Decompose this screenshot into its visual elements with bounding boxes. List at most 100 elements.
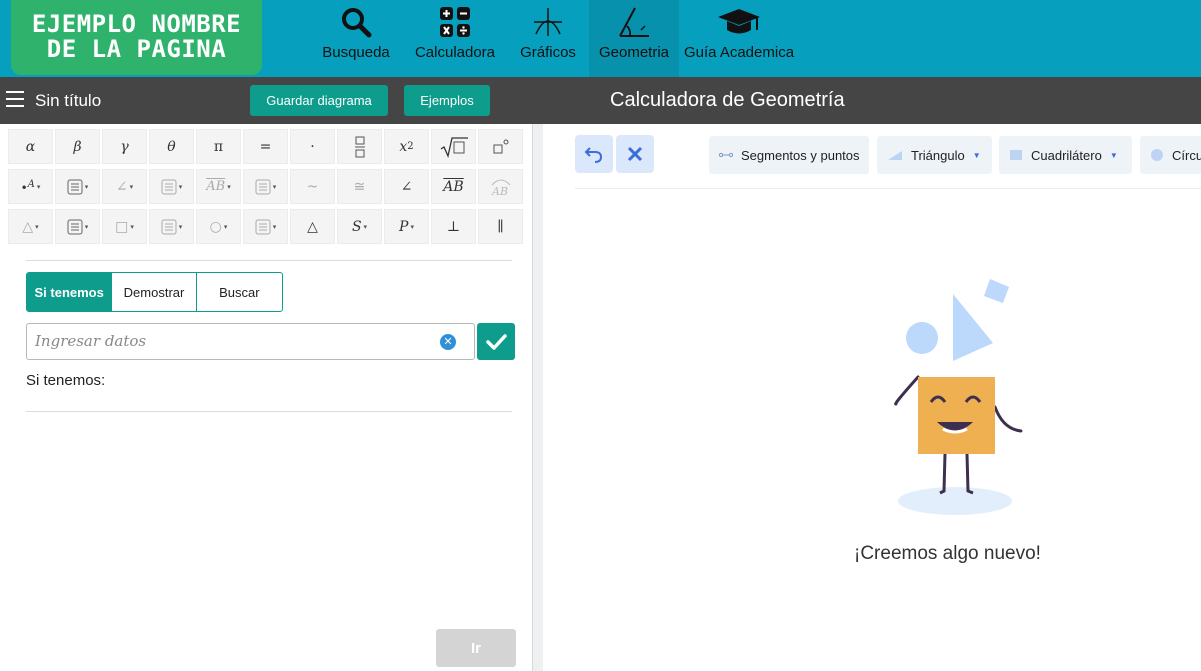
nav-academic-guide[interactable]: Guía Academica (683, 0, 795, 77)
key-fraction[interactable] (337, 129, 382, 164)
key-square-menu[interactable]: □ ▾ (102, 209, 147, 244)
key-triangle-menu[interactable]: △ ▾ (8, 209, 53, 244)
key-segment[interactable]: AB (431, 169, 476, 204)
graph-axes-icon (534, 8, 562, 36)
key-segment-list[interactable]: ▾ (243, 169, 288, 204)
triangle-icon (888, 151, 902, 160)
undo-button[interactable] (575, 135, 613, 173)
divider (575, 188, 1201, 189)
nav-geometry[interactable]: Geometria (589, 0, 679, 77)
nav-label: Busqueda (322, 44, 390, 61)
undo-icon (584, 147, 603, 163)
key-equals[interactable]: = (243, 129, 288, 164)
segments-points-tool[interactable]: Segmentos y puntos (709, 136, 869, 174)
key-square[interactable]: x2 (384, 129, 429, 164)
circle-tool[interactable]: Círcu (1140, 136, 1201, 174)
triangle-tool[interactable]: Triángulo ▼ (877, 136, 992, 174)
go-button[interactable]: Ir (436, 629, 516, 667)
examples-button[interactable]: Ejemplos (404, 85, 490, 116)
chevron-down-icon: ▼ (1109, 150, 1118, 160)
save-diagram-button[interactable]: Guardar diagrama (250, 85, 388, 116)
nav-label: Guía Academica (683, 44, 795, 61)
empty-state-message: ¡Creemos algo nuevo! (854, 543, 1041, 564)
key-angle[interactable]: ∠ (384, 169, 429, 204)
divider (26, 411, 512, 412)
key-sqrt[interactable] (431, 129, 476, 164)
search-icon (342, 8, 372, 38)
key-point[interactable]: •A ▾ (8, 169, 53, 204)
square-icon (1010, 150, 1022, 160)
key-angle-menu[interactable]: ∠ ▾ (102, 169, 147, 204)
clear-icon[interactable]: ✕ (440, 334, 456, 350)
canvas-panel: Segmentos y puntos Triángulo ▼ Cuadrilát… (543, 124, 1201, 671)
key-gamma[interactable]: γ (102, 129, 147, 164)
key-dot[interactable]: · (290, 129, 335, 164)
key-area[interactable]: S ▾ (337, 209, 382, 244)
key-beta[interactable]: β (55, 129, 100, 164)
key-perimeter[interactable]: P ▾ (384, 209, 429, 244)
top-navigation: EJEMPLO NOMBRE DE LA PAGINA Busqueda Cal… (0, 0, 1201, 77)
degree-icon (493, 139, 508, 153)
check-icon (486, 334, 507, 350)
graduation-cap-icon (718, 9, 760, 34)
quadrilateral-tool[interactable]: Cuadrilátero ▼ (999, 136, 1132, 174)
close-icon (627, 146, 643, 162)
nav-graphs[interactable]: Gráficos (512, 0, 584, 77)
submit-button[interactable] (477, 323, 515, 360)
document-title[interactable]: Sin título (35, 91, 101, 111)
key-degree[interactable] (478, 129, 523, 164)
segments-points-label: Segmentos y puntos (741, 147, 860, 163)
list-icon (255, 179, 271, 194)
key-arc[interactable]: AB (478, 169, 523, 204)
nav-label: Calculadora (414, 44, 496, 61)
key-pi[interactable]: π (196, 129, 241, 164)
divider (26, 260, 512, 261)
given-label: Si tenemos: (26, 372, 106, 389)
nav-search[interactable]: Busqueda (316, 0, 396, 77)
key-segment-menu[interactable]: AB ▾ (196, 169, 241, 204)
site-logo[interactable]: EJEMPLO NOMBRE DE LA PAGINA (11, 0, 262, 75)
list-icon (161, 179, 177, 194)
key-circle-menu[interactable]: ○ ▾ (196, 209, 241, 244)
nav-calculator[interactable]: Calculadora (410, 0, 500, 77)
key-point-list[interactable]: ▾ (55, 169, 100, 204)
angle-icon (619, 7, 649, 37)
list-icon (161, 219, 177, 234)
mode-tabs: Si tenemos Demostrar Buscar (26, 272, 283, 312)
data-input-box: ✕ (26, 323, 475, 360)
key-parallel[interactable]: ∥ (478, 209, 523, 244)
nav-label: Gráficos (520, 44, 576, 61)
key-congruent[interactable]: ≅ (337, 169, 382, 204)
nav-label: Geometria (598, 44, 670, 61)
key-perpendicular[interactable]: ⊥ (431, 209, 476, 244)
data-input[interactable] (27, 324, 427, 358)
fraction-icon (354, 136, 365, 157)
key-circle-list[interactable]: ▾ (243, 209, 288, 244)
key-triangle-list[interactable]: ▾ (55, 209, 100, 244)
tab-prove[interactable]: Demostrar (112, 273, 197, 311)
menu-icon[interactable] (6, 91, 24, 107)
key-similar[interactable]: ~ (290, 169, 335, 204)
tab-find[interactable]: Buscar (197, 273, 282, 311)
circle-icon (1151, 149, 1163, 161)
triangle-label: Triángulo (911, 147, 965, 163)
tab-given[interactable]: Si tenemos (27, 273, 113, 311)
list-icon (67, 219, 83, 234)
list-icon (255, 219, 271, 234)
sqrt-icon (440, 136, 468, 158)
input-panel: α β γ θ π = · x2 •A ▾ ▾ ∠ ▾ ▾ AB ▾ ▾ ~ ≅ ∠ (0, 124, 533, 671)
circle-label: Círcu (1172, 147, 1201, 163)
svg-text:AB: AB (491, 185, 508, 197)
clear-canvas-button[interactable] (616, 135, 654, 173)
key-square-list[interactable]: ▾ (149, 209, 194, 244)
quadrilateral-label: Cuadrilátero (1031, 147, 1102, 163)
key-alpha[interactable]: α (8, 129, 53, 164)
list-icon (67, 179, 83, 194)
key-triangle[interactable]: △ (290, 209, 335, 244)
chevron-down-icon: ▼ (972, 150, 981, 160)
page-title: Calculadora de Geometría (610, 89, 845, 111)
key-theta[interactable]: θ (149, 129, 194, 164)
segment-icon (719, 152, 733, 158)
calculator-icon (440, 7, 470, 37)
key-angle-list[interactable]: ▾ (149, 169, 194, 204)
